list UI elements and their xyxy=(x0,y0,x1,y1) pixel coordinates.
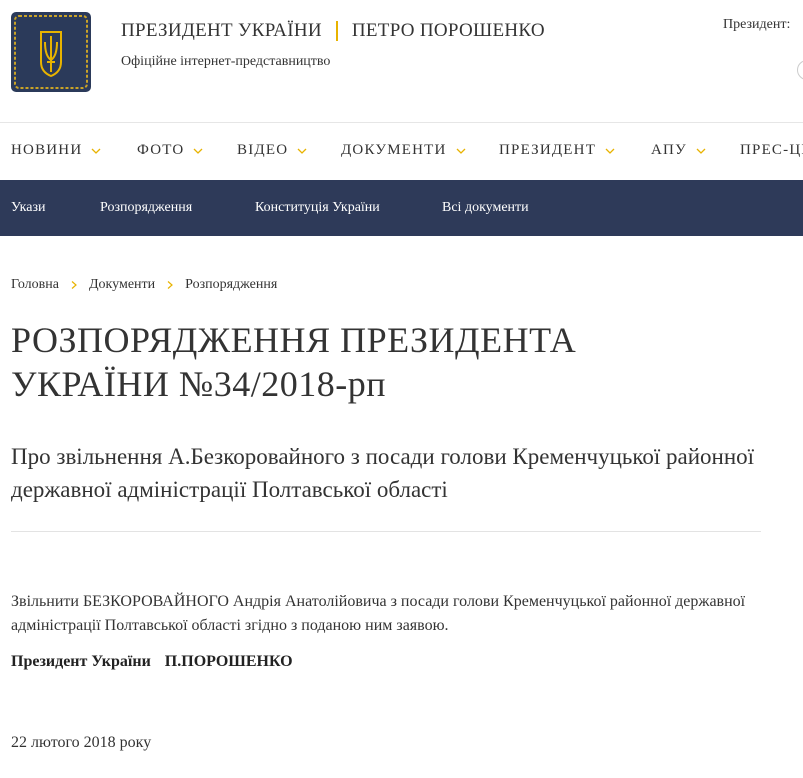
breadcrumb-documents[interactable]: Документи xyxy=(89,277,155,293)
language-toggle-button[interactable] xyxy=(797,60,803,80)
chevron-down-icon xyxy=(696,148,706,154)
divider xyxy=(11,531,761,532)
subnav-decrees[interactable]: Укази xyxy=(11,200,46,216)
page-title-line1: РОЗПОРЯДЖЕННЯ ПРЕЗИДЕНТА xyxy=(11,320,577,360)
document-date: 22 лютого 2018 року xyxy=(11,734,152,751)
menu-item-apu[interactable]: АПУ xyxy=(651,142,707,159)
chevron-right-icon xyxy=(71,281,77,289)
menu-item-documents[interactable]: ДОКУМЕНТИ xyxy=(341,142,467,159)
title-separator xyxy=(335,21,338,41)
coat-of-arms-logo[interactable] xyxy=(11,12,91,92)
chevron-down-icon xyxy=(297,148,307,154)
chevron-down-icon xyxy=(194,148,203,154)
site-header: ПРЕЗИДЕНТ УКРАЇНИ ПЕТРО ПОРОШЕНКО Офіцій… xyxy=(0,0,803,122)
site-title[interactable]: ПРЕЗИДЕНТ УКРАЇНИ ПЕТРО ПОРОШЕНКО xyxy=(121,20,545,42)
menu-item-president[interactable]: ПРЕЗИДЕНТ xyxy=(499,142,616,159)
main-menu: НОВИНИ ФОТО ВІДЕО ДОКУМЕНТИ ПРЕЗИДЕНТ АП… xyxy=(0,122,803,180)
subnav-all-documents[interactable]: Всі документи xyxy=(442,200,529,216)
menu-item-photo[interactable]: ФОТО xyxy=(137,142,204,159)
page-title-line2: УКРАЇНИ №34/2018-рп xyxy=(11,364,387,404)
document-body: Звільнити БЕЗКОРОВАЙНОГО Андрія Анатолій… xyxy=(11,593,746,634)
chevron-down-icon xyxy=(91,148,101,154)
chevron-right-icon xyxy=(167,281,174,289)
chevron-down-icon xyxy=(456,148,465,154)
site-subtitle: Офіційне інтернет-представництво xyxy=(121,54,331,69)
subnav-constitution[interactable]: Конституція України xyxy=(255,200,380,216)
menu-item-video[interactable]: ВІДЕО xyxy=(237,142,308,159)
site-title-left: ПРЕЗИДЕНТ УКРАЇНИ xyxy=(121,20,322,41)
documents-sub-nav: Укази Розпорядження Конституція України … xyxy=(0,180,803,236)
document-subtitle: Про звільнення А.Безкоровайного з посади… xyxy=(11,444,755,502)
trident-icon xyxy=(14,15,88,89)
breadcrumb-home[interactable]: Головна xyxy=(11,277,59,293)
president-label: Президент: xyxy=(723,17,791,32)
signature-title: Президент України xyxy=(11,653,151,670)
site-title-right: ПЕТРО ПОРОШЕНКО xyxy=(351,20,545,41)
chevron-down-icon xyxy=(605,148,615,154)
breadcrumb-orders[interactable]: Розпорядження xyxy=(185,277,277,293)
menu-item-news[interactable]: НОВИНИ xyxy=(11,142,102,159)
page-title: РОЗПОРЯДЖЕННЯ ПРЕЗИДЕНТА УКРАЇНИ №34/201… xyxy=(11,318,771,406)
signature: Президент України П.ПОРОШЕНКО xyxy=(11,653,293,671)
subnav-orders[interactable]: Розпорядження xyxy=(100,200,192,216)
menu-item-press-center[interactable]: ПРЕС-ЦЕ xyxy=(740,142,803,159)
breadcrumb: Головна Документи Розпорядження xyxy=(11,277,277,293)
signature-name: П.ПОРОШЕНКО xyxy=(164,653,293,670)
